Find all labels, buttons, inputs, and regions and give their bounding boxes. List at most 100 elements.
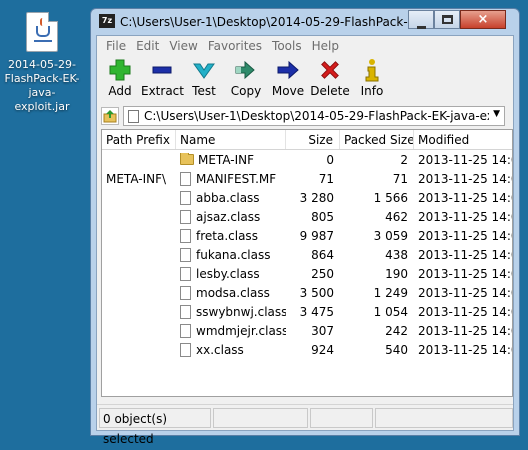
list-header: Path Prefix Name Size Packed Size Modifi… xyxy=(102,130,512,150)
row-name-cell: abba.class xyxy=(176,190,286,205)
row-path-prefix: META-INF\ xyxy=(106,171,167,186)
row-packed-size: 242 xyxy=(385,323,408,338)
table-row[interactable]: sswybnwj.class 3 475 1 054 2013-11-25 14:05 xyxy=(102,302,512,321)
info-button[interactable]: Info xyxy=(351,56,393,104)
move-button[interactable]: Move xyxy=(267,56,309,104)
row-modified: 2013-11-25 14:05 xyxy=(418,285,512,300)
row-modified: 2013-11-25 14:05 xyxy=(418,171,512,186)
info-label: Info xyxy=(360,84,384,98)
row-modified: 2013-11-25 14:05 xyxy=(418,304,512,319)
table-row[interactable]: wmdmjejr.class 307 242 2013-11-25 14:05 xyxy=(102,321,512,340)
table-row[interactable]: xx.class 924 540 2013-11-25 14:05 xyxy=(102,340,512,359)
row-name: ajsaz.class xyxy=(196,209,261,224)
status-selection: 0 object(s) selected xyxy=(99,407,212,446)
row-name-cell: wmdmjejr.class xyxy=(176,323,286,338)
arrow-right-icon xyxy=(277,60,299,80)
table-row[interactable]: lesby.class 250 190 2013-11-25 14:05 xyxy=(102,264,512,283)
row-name: MANIFEST.MF xyxy=(196,171,277,186)
column-name[interactable]: Name xyxy=(176,130,286,149)
address-field[interactable]: C:\Users\User-1\Desktop\2014-05-29-Flash… xyxy=(123,106,505,126)
row-modified: 2013-11-25 14:05 xyxy=(418,152,512,167)
table-row[interactable]: fukana.class 864 438 2013-11-25 14:05 xyxy=(102,245,512,264)
column-path-prefix[interactable]: Path Prefix xyxy=(102,130,176,149)
status-panel-2 xyxy=(213,407,308,428)
delete-button[interactable]: Delete xyxy=(309,56,351,104)
file-icon xyxy=(180,209,191,224)
row-packed-size: 1 249 xyxy=(373,285,408,300)
file-rows: META-INF 0 2 2013-11-25 14:05 META-INF\ MANIF… xyxy=(102,150,512,359)
row-name: sswybnwj.class xyxy=(196,304,286,319)
table-row[interactable]: modsa.class 3 500 1 249 2013-11-25 14:05 xyxy=(102,283,512,302)
menu-help[interactable]: Help xyxy=(307,39,344,53)
row-size: 3 475 xyxy=(299,304,334,319)
table-row[interactable]: META-INF 0 2 2013-11-25 14:05 xyxy=(102,150,512,169)
folder-up-icon xyxy=(103,110,117,123)
plus-icon xyxy=(109,59,131,81)
row-name-cell: ajsaz.class xyxy=(176,209,286,224)
file-list[interactable]: Path Prefix Name Size Packed Size Modifi… xyxy=(101,129,513,397)
row-name: wmdmjejr.class xyxy=(196,323,286,338)
menu-edit[interactable]: Edit xyxy=(131,39,164,53)
desktop-icon-label: 2014-05-29-FlashPack-EK-java-exploit.jar xyxy=(4,58,80,113)
row-packed-size: 540 xyxy=(385,342,408,357)
test-button[interactable]: Test xyxy=(183,56,225,104)
file-icon xyxy=(180,190,191,205)
row-name: abba.class xyxy=(196,190,260,205)
folder-icon xyxy=(180,152,194,165)
row-size: 9 987 xyxy=(299,228,334,243)
row-modified: 2013-11-25 14:05 xyxy=(418,266,512,281)
document-icon xyxy=(128,109,139,123)
add-label: Add xyxy=(108,84,132,98)
double-arrow-icon xyxy=(235,60,255,80)
status-bar: 0 object(s) selected xyxy=(97,404,513,446)
maximize-icon xyxy=(441,15,453,24)
dropdown-arrow-icon[interactable]: ▼ xyxy=(493,109,500,119)
add-button[interactable]: Add xyxy=(99,56,141,104)
row-size: 864 xyxy=(311,247,334,262)
row-modified: 2013-11-25 14:05 xyxy=(418,342,512,357)
row-packed-size: 190 xyxy=(385,266,408,281)
row-name-cell: freta.class xyxy=(176,228,286,243)
row-modified: 2013-11-25 14:05 xyxy=(418,323,512,338)
title-bar[interactable]: 7z C:\Users\User-1\Desktop\2014-05-29-Fl… xyxy=(96,9,514,35)
row-name-cell: xx.class xyxy=(176,342,286,357)
extract-button[interactable]: Extract xyxy=(141,56,184,104)
row-packed-size: 462 xyxy=(385,209,408,224)
maximize-button[interactable] xyxy=(434,10,460,29)
file-icon xyxy=(180,285,191,300)
column-packed-size[interactable]: Packed Size xyxy=(340,130,414,149)
menu-view[interactable]: View xyxy=(164,39,202,53)
close-button[interactable]: × xyxy=(460,10,506,29)
toolbar: Add Extract Test Copy Move Delete Info xyxy=(97,56,513,104)
row-size: 307 xyxy=(311,323,334,338)
column-modified[interactable]: Modified xyxy=(414,130,512,149)
minus-icon xyxy=(152,66,172,74)
copy-button[interactable]: Copy xyxy=(225,56,267,104)
minimize-button[interactable] xyxy=(408,10,434,29)
row-packed-size: 438 xyxy=(385,247,408,262)
file-icon xyxy=(180,228,191,243)
extract-label: Extract xyxy=(141,84,184,98)
x-icon xyxy=(321,61,339,79)
minimize-icon xyxy=(416,26,426,29)
menu-tools[interactable]: Tools xyxy=(267,39,307,53)
status-panel-3 xyxy=(309,407,374,428)
info-icon xyxy=(365,59,379,82)
row-name-cell: sswybnwj.class xyxy=(176,304,286,319)
row-name: freta.class xyxy=(196,228,258,243)
menu-file[interactable]: File xyxy=(101,39,131,53)
menu-favorites[interactable]: Favorites xyxy=(203,39,267,53)
address-path: C:\Users\User-1\Desktop\2014-05-29-Flash… xyxy=(144,109,489,123)
menu-bar: File Edit View Favorites Tools Help xyxy=(97,36,513,56)
table-row[interactable]: freta.class 9 987 3 059 2013-11-25 14:05 xyxy=(102,226,512,245)
table-row[interactable]: abba.class 3 280 1 566 2013-11-25 14:05 xyxy=(102,188,512,207)
up-folder-button[interactable] xyxy=(101,107,119,125)
column-size[interactable]: Size xyxy=(286,130,340,149)
table-row[interactable]: ajsaz.class 805 462 2013-11-25 14:05 xyxy=(102,207,512,226)
file-icon xyxy=(180,323,191,338)
desktop-jar-file[interactable]: 2014-05-29-FlashPack-EK-java-exploit.jar xyxy=(4,12,80,114)
table-row[interactable]: META-INF\ MANIFEST.MF 71 71 2013-11-25 14:05 xyxy=(102,169,512,188)
row-name-cell: fukana.class xyxy=(176,247,286,262)
7zip-app-icon[interactable]: 7z xyxy=(99,14,115,28)
row-packed-size: 3 059 xyxy=(373,228,408,243)
